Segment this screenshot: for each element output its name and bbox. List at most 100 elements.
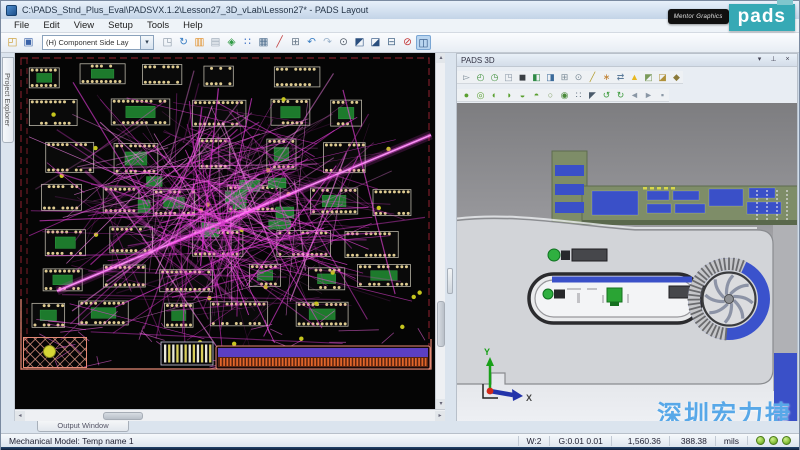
status-coord-x: 1,560.36 [611,436,669,446]
menu-file[interactable]: File [7,20,36,31]
library-icon[interactable]: ▥ [192,35,207,50]
rotate-cw-icon[interactable]: ↻ [614,89,627,101]
output-window-tab[interactable]: Output Window [37,421,129,432]
right-view-icon[interactable]: ○ [544,89,557,101]
status-led-2[interactable] [769,436,778,445]
drc-icon[interactable]: ⊘ [400,35,415,50]
snap-points-icon[interactable]: ∗ [600,71,613,83]
prev-view-icon[interactable]: ◄ [628,89,641,101]
open-icon[interactable]: ◰ [5,35,20,50]
rotate-ccw-icon[interactable]: ↺ [600,89,613,101]
window-title: C:\PADS_Stnd_Plus_Eval\PADSVX.1.2\Lesson… [22,5,368,15]
chevron-down-icon[interactable]: ▾ [140,36,153,49]
layer-select-value: (H) Component Side Lay [43,38,140,47]
splitter-grip[interactable] [447,268,453,294]
front-view-icon[interactable]: ◑ [502,89,515,101]
menu-edit[interactable]: Edit [36,20,66,31]
status-line-width: W:2 [518,436,550,446]
panel-splitter[interactable] [445,53,456,421]
mounting-hole [43,345,56,358]
status-leds [747,436,799,445]
section-view-icon[interactable]: ◩ [642,71,655,83]
vertical-scroll-thumb[interactable] [437,301,445,347]
vertical-scrollbar[interactable]: ▴ ▾ [435,53,445,409]
reset-view-icon[interactable]: ▪ [656,89,669,101]
brand-overlay: Mentor Graphics pads [668,4,795,31]
select-3d-icon[interactable]: ▻ [460,71,473,83]
app-icon [6,5,17,16]
spin-view-icon[interactable]: ◷ [488,71,501,83]
pads-logo-tab [777,0,793,5]
scroll-right-icon[interactable]: ▸ [435,411,445,421]
pointer-mode-icon[interactable]: ◤ [586,89,599,101]
pads-3d-toolbar-2: ●◎◐◑◒◓○◉∷◤↺↻◄►▪ [457,89,669,102]
menu-setup[interactable]: Setup [101,20,140,31]
pads-logo: pads [729,4,795,31]
measure-icon[interactable]: ╱ [586,71,599,83]
design-toolbox-icon[interactable]: ⊞ [288,35,303,50]
eco-mode-icon[interactable]: ◈ [224,35,239,50]
menu-help[interactable]: Help [176,20,210,31]
layer-select[interactable]: (H) Component Side Lay ▾ [42,35,154,50]
print-preview-icon[interactable]: ◳ [160,35,175,50]
iso-view-icon[interactable]: ● [460,89,473,101]
redo-icon[interactable]: ↷ [320,35,335,50]
board-3d-icon[interactable]: ◼ [516,71,529,83]
close-icon[interactable]: × [782,55,793,65]
zoom-icon[interactable]: ⊙ [336,35,351,50]
settings-3d-icon[interactable]: ◆ [670,71,683,83]
statusbar: Mechanical Model: Temp name 1 W:2 G:0.01… [1,433,799,447]
copper-toggle-icon[interactable]: ◨ [544,71,557,83]
zoom-fit-icon[interactable]: ⊙ [572,71,585,83]
view-3d-icon[interactable]: ◫ [416,35,431,50]
warnings-icon[interactable]: ▲ [628,71,641,83]
next-view-icon[interactable]: ► [642,89,655,101]
status-led-1[interactable] [756,436,765,445]
redraw-icon[interactable]: ↻ [176,35,191,50]
back-view-icon[interactable]: ◒ [516,89,529,101]
pads-3d-panel: PADS 3D ▾⊥× ▻◴◷◳◼◧◨⊞⊙╱∗⇄▲◩◪◆ ●◎◐◑◒◓○◉∷◤↺… [456,53,798,421]
mentor-graphics-badge: Mentor Graphics [668,9,729,24]
undo-icon[interactable]: ↶ [304,35,319,50]
status-units: mils [715,436,747,446]
clipboard-icon[interactable]: ▤ [208,35,223,50]
display-colors-icon[interactable]: ▦ [256,35,271,50]
view-board-icon[interactable]: ⊟ [384,35,399,50]
grid-snap-icon[interactable]: ∷ [240,35,255,50]
rotate-view-icon[interactable]: ◴ [474,71,487,83]
horizontal-scroll-thumb[interactable] [103,412,143,420]
viewport-3d[interactable]: YX 深圳宏力捷 [457,103,797,432]
view-nets-icon[interactable]: ◪ [368,35,383,50]
bottom-view-icon[interactable]: ◐ [488,89,501,101]
menu-view[interactable]: View [67,20,101,31]
top-view-icon[interactable]: ◎ [474,89,487,101]
custom-view-icon[interactable]: ◉ [558,89,571,101]
x-axis-label: X [526,393,532,403]
zoom-window-icon[interactable]: ⊞ [558,71,571,83]
pads-3d-header: PADS 3D ▾⊥× [457,54,797,67]
view-extents-icon[interactable]: ◩ [352,35,367,50]
status-coord-y: 388.38 [669,436,715,446]
window-position-icon[interactable]: ▾ [754,55,765,65]
components-toggle-icon[interactable]: ◧ [530,71,543,83]
status-message: Mechanical Model: Temp name 1 [1,436,518,446]
export-3d-icon[interactable]: ◪ [656,71,669,83]
collision-check-icon[interactable]: ⇄ [614,71,627,83]
pads-3d-title: PADS 3D [461,56,752,65]
menu-tools[interactable]: Tools [140,20,176,31]
horizontal-scrollbar[interactable]: ◂ ▸ [15,409,445,421]
left-dock-strip: Project Explorer [1,53,15,421]
auto-hide-icon[interactable]: ⊥ [768,55,779,65]
y-axis-label: Y [484,347,490,357]
status-grid: G:0.01 0.01 [549,436,610,446]
pads-logo-text: pads [738,6,786,27]
add-route-icon[interactable]: ╱ [272,35,287,50]
save-icon[interactable]: ▣ [21,35,36,50]
status-led-3[interactable] [782,436,791,445]
multi-select-icon[interactable]: ∷ [572,89,585,101]
pads-3d-toolbar-1: ▻◴◷◳◼◧◨⊞⊙╱∗⇄▲◩◪◆ [457,71,683,84]
fit-board-icon[interactable]: ◳ [502,71,515,83]
scroll-left-icon[interactable]: ◂ [15,411,25,421]
left-view-icon[interactable]: ◓ [530,89,543,101]
project-explorer-tab[interactable]: Project Explorer [2,57,14,143]
